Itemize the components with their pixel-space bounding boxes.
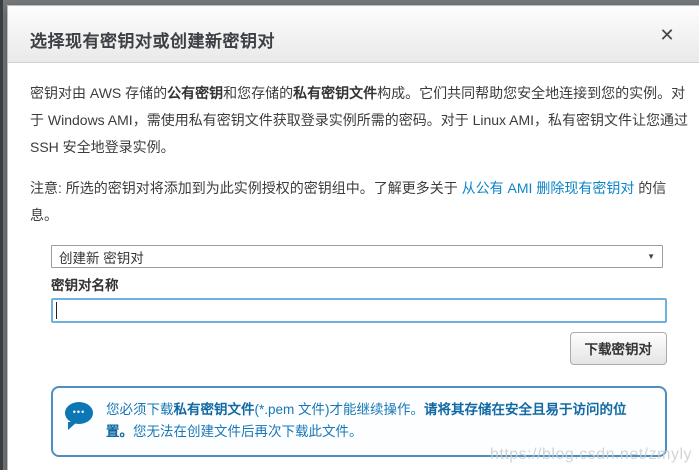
download-keypair-button[interactable]: 下载密钥对	[570, 332, 668, 365]
speech-bubble-dots: •••	[65, 402, 93, 424]
page-background-edge	[0, 0, 3, 470]
speech-bubble-icon: •••	[65, 402, 93, 427]
private-key-bold-text: 私有密钥文件	[293, 85, 377, 101]
keypair-dialog: 选择现有密钥对或创建新密钥对 ✕ 密钥对由 AWS 存储的公有密钥和您存储的私有…	[7, 5, 699, 470]
keypair-name-input-wrap	[51, 298, 667, 323]
notice-bold-private-key: 私有密钥文件	[174, 402, 255, 417]
remove-keypair-link[interactable]: 从公有 AMI 删除现有密钥对	[462, 180, 635, 196]
note-text: 注意: 所选的密钥对将添加到为此实例授权的密钥组中。了解更多关于	[30, 180, 462, 196]
close-icon[interactable]: ✕	[655, 23, 679, 47]
speech-bubble-tail	[68, 422, 77, 430]
dialog-header: 选择现有密钥对或创建新密钥对 ✕	[8, 6, 699, 63]
text-cursor	[56, 302, 57, 319]
keypair-form: 创建新 密钥对 ▼ 密钥对名称 下载密钥对	[51, 245, 667, 365]
notice-segment: 您无法在创建文件后再次下载此文件。	[133, 424, 363, 439]
notice-text: 您必须下载私有密钥文件(*.pem 文件)才能继续操作。请将其存储在安全且易于访…	[106, 399, 651, 443]
download-row: 下载密钥对	[51, 332, 667, 365]
keypair-source-select[interactable]: 创建新 密钥对 ▼	[51, 245, 663, 268]
chevron-down-icon: ▼	[647, 252, 655, 261]
description-text: 密钥对由 AWS 存储的	[30, 85, 167, 101]
keypair-name-input[interactable]	[51, 298, 667, 323]
keypair-source-select-value: 创建新 密钥对	[59, 247, 144, 267]
download-notice-box: ••• 您必须下载私有密钥文件(*.pem 文件)才能继续操作。请将其存储在安全…	[51, 386, 667, 457]
note-paragraph: 注意: 所选的密钥对将添加到为此实例授权的密钥组中。了解更多关于 从公有 AMI…	[30, 175, 689, 229]
notice-segment: (*.pem 文件)才能继续操作。	[255, 402, 425, 417]
notice-segment: 您必须下载	[106, 402, 174, 417]
keypair-description-paragraph: 密钥对由 AWS 存储的公有密钥和您存储的私有密钥文件构成。它们共同帮助您安全地…	[30, 80, 689, 161]
description-text: 和您存储的	[223, 85, 293, 101]
dialog-title: 选择现有密钥对或创建新密钥对	[30, 27, 685, 52]
public-key-bold-text: 公有密钥	[167, 85, 223, 101]
keypair-name-label: 密钥对名称	[51, 277, 667, 295]
dialog-body: 密钥对由 AWS 存储的公有密钥和您存储的私有密钥文件构成。它们共同帮助您安全地…	[8, 63, 699, 470]
